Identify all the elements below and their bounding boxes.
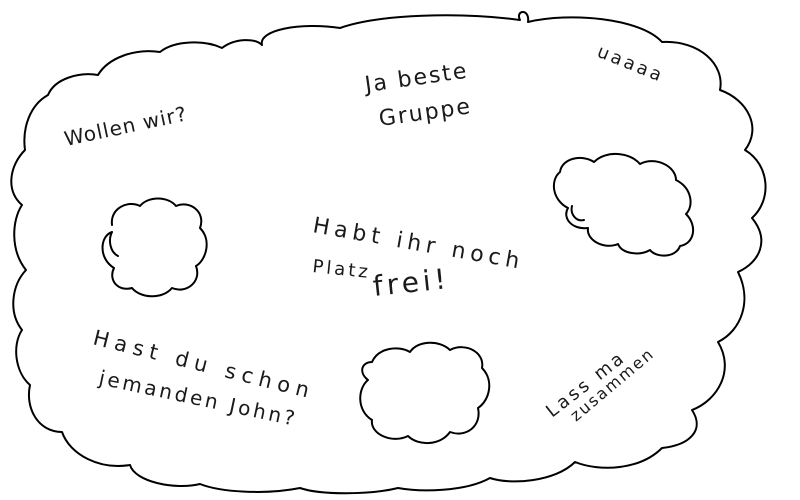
note-platz: Platz [311,256,371,283]
center-bottom-cloud [359,341,491,444]
note-uaaaa: uaaaa [594,41,667,87]
note-wollen-wir: Wollen wir? [62,101,189,150]
cloud-drawing: Wollen wir? Ja beste Gruppe uaaaa Habt i… [10,11,767,495]
note-ja-beste: Ja beste [361,59,470,99]
whiteboard-canvas: Wollen wir? Ja beste Gruppe uaaaa Habt i… [0,0,800,500]
note-frei: frei! [371,262,451,303]
left-small-cloud [101,197,208,298]
note-gruppe: Gruppe [377,94,473,132]
right-cloud [552,153,695,257]
